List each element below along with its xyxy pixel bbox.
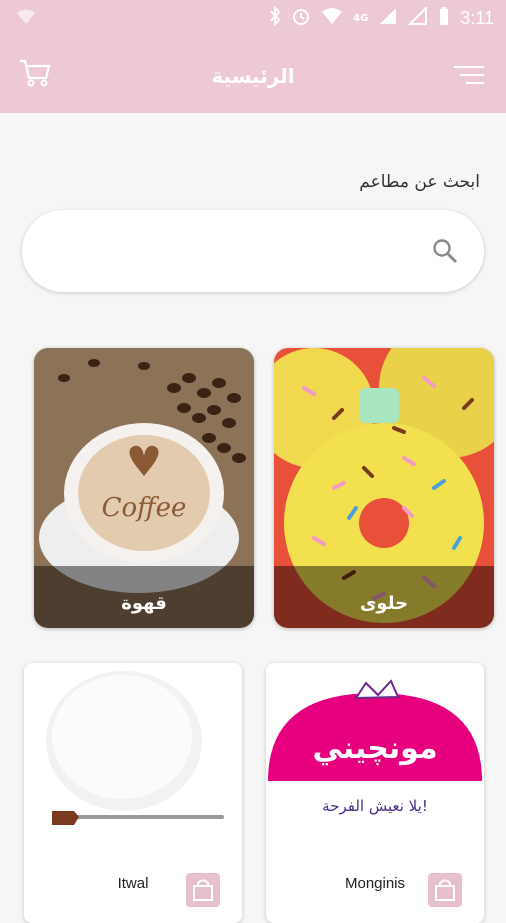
network-type-icon: 4G bbox=[353, 12, 369, 24]
search-icon[interactable] bbox=[432, 238, 458, 268]
itwal-logo bbox=[46, 671, 224, 825]
status-icons: 4G 3:11 bbox=[269, 5, 494, 30]
restaurant-card-itwal[interactable]: Itwal bbox=[24, 663, 242, 923]
svg-text:Coffee: Coffee bbox=[102, 493, 187, 523]
bluetooth-icon bbox=[269, 5, 281, 30]
wifi-icon bbox=[321, 7, 343, 29]
alarm-icon bbox=[291, 6, 311, 30]
clock: 3:11 bbox=[460, 7, 494, 28]
restaurant-card-monginis[interactable]: مونچيني يلا نعيش الفرحة! Monginis bbox=[266, 663, 484, 923]
app-bar: الرئيسية bbox=[0, 36, 506, 113]
monginis-logo-text: مونچيني bbox=[312, 731, 437, 766]
page-title: الرئيسية bbox=[211, 64, 295, 88]
shopping-bag-icon[interactable] bbox=[186, 873, 220, 907]
status-bar: 4G 3:11 bbox=[0, 0, 506, 36]
category-label: حلوى bbox=[359, 593, 409, 614]
category-card-coffee[interactable]: Coffee قهوة bbox=[34, 348, 254, 628]
battery-icon bbox=[438, 6, 450, 30]
search-box[interactable] bbox=[22, 210, 484, 292]
menu-icon[interactable] bbox=[454, 64, 484, 90]
search-label: ابحث عن مطاعم bbox=[359, 172, 480, 192]
category-card-sweets[interactable]: حلوى bbox=[274, 348, 494, 628]
signal-off-icon bbox=[407, 5, 428, 29]
search-input[interactable] bbox=[52, 230, 416, 272]
monginis-logo: مونچيني يلا نعيش الفرحة! bbox=[268, 679, 482, 815]
signal-icon bbox=[378, 7, 398, 29]
category-label: قهوة bbox=[121, 593, 167, 614]
monginis-tagline: يلا نعيش الفرحة! bbox=[322, 797, 428, 815]
wifi-question-icon bbox=[16, 8, 36, 30]
shopping-bag-icon[interactable] bbox=[428, 873, 462, 907]
